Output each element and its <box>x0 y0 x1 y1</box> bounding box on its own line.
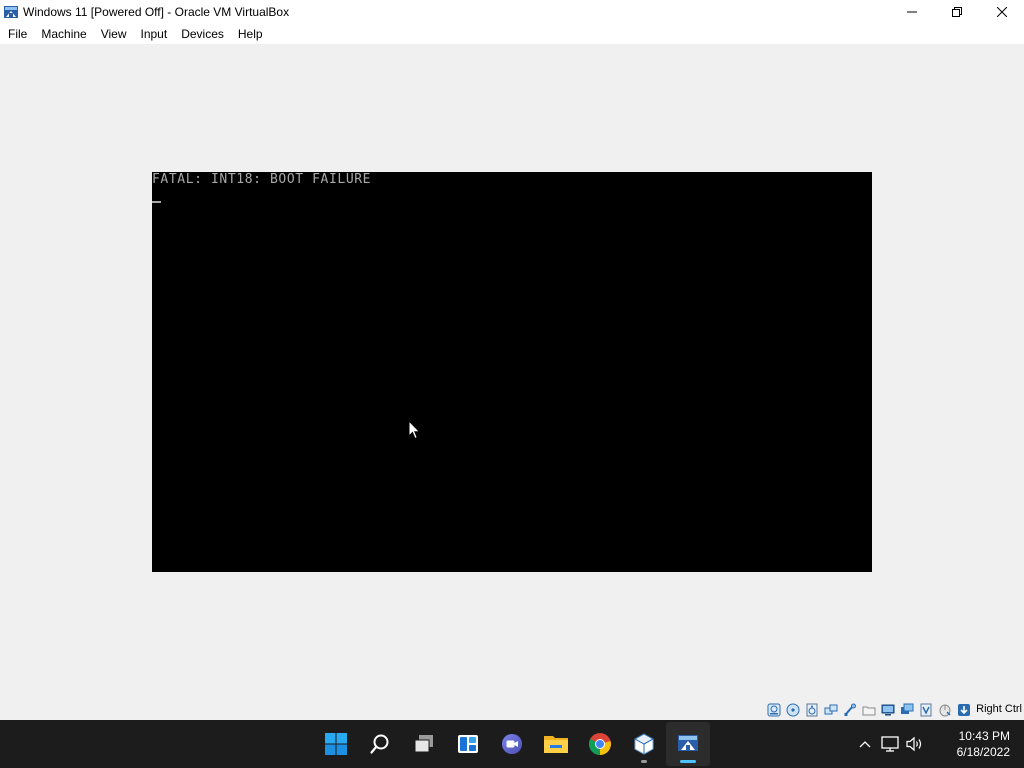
clock-date: 6/18/2022 <box>956 745 1010 759</box>
menu-view[interactable]: View <box>94 24 134 44</box>
virtualbox-vm-icon <box>678 735 698 751</box>
start-button[interactable] <box>314 722 358 766</box>
network-icon <box>881 736 899 752</box>
show-hidden-icons-button[interactable] <box>853 732 877 756</box>
keyboard-capture-icon[interactable] <box>956 702 972 718</box>
file-explorer-icon <box>544 736 568 753</box>
chrome-icon <box>588 733 611 755</box>
taskbar-clock[interactable]: 10:43 PM 6/18/2022 <box>934 728 1010 760</box>
display-icon[interactable] <box>880 702 896 718</box>
clock-time: 10:43 PM <box>958 729 1010 743</box>
host-key-label[interactable]: Right Ctrl <box>976 703 1022 715</box>
start-icon <box>325 733 347 755</box>
menu-devices[interactable]: Devices <box>174 24 231 44</box>
network-icon[interactable] <box>823 702 839 718</box>
active-window-indicator <box>680 760 696 763</box>
chat-icon <box>502 734 522 754</box>
task-view-icon <box>414 735 433 753</box>
text-cursor <box>152 201 161 203</box>
network-status-button[interactable] <box>878 732 902 756</box>
audio-icon[interactable] <box>804 702 820 718</box>
search-icon <box>370 734 389 754</box>
close-button[interactable] <box>979 0 1024 24</box>
volume-icon <box>906 736 922 752</box>
mouse-integration-icon[interactable] <box>937 702 953 718</box>
restore-button[interactable] <box>934 0 979 24</box>
minimize-button[interactable] <box>889 0 934 24</box>
usb-icon[interactable] <box>842 702 858 718</box>
task-view-button[interactable] <box>402 722 446 766</box>
virtualization-icon[interactable] <box>918 702 934 718</box>
menu-help[interactable]: Help <box>231 24 270 44</box>
vm-status-bar: Right Ctrl <box>0 700 1024 720</box>
chat-button[interactable] <box>490 722 534 766</box>
menu-machine[interactable]: Machine <box>34 24 93 44</box>
taskbar-apps <box>314 722 710 766</box>
boot-error-message: FATAL: INT18: BOOT FAILURE <box>152 172 372 187</box>
hard-disk-icon[interactable] <box>766 702 782 718</box>
vm-screen[interactable]: FATAL: INT18: BOOT FAILURE <box>152 172 872 572</box>
search-button[interactable] <box>358 722 402 766</box>
running-indicator <box>641 760 647 763</box>
vm-display-area: FATAL: INT18: BOOT FAILURE <box>0 44 1024 700</box>
widgets-button[interactable] <box>446 722 490 766</box>
minimize-icon <box>906 11 917 13</box>
system-tray: 10:43 PM 6/18/2022 <box>853 720 1024 768</box>
file-explorer-button[interactable] <box>534 722 578 766</box>
virtualbox-manager-icon <box>633 733 655 755</box>
virtualbox-manager-button[interactable] <box>622 722 666 766</box>
device-indicators <box>766 702 972 718</box>
volume-button[interactable] <box>903 732 927 756</box>
close-icon <box>996 7 1007 17</box>
shared-folders-icon[interactable] <box>861 702 877 718</box>
title-bar[interactable]: Windows 11 [Powered Off] - Oracle VM Vir… <box>0 0 1024 24</box>
chevron-up-icon <box>859 741 871 748</box>
windows-taskbar: 10:43 PM 6/18/2022 <box>0 720 1024 768</box>
recording-icon[interactable] <box>899 702 915 718</box>
widgets-icon <box>458 735 478 753</box>
menu-bar: File Machine View Input Devices Help <box>0 24 1024 44</box>
menu-input[interactable]: Input <box>134 24 175 44</box>
virtualbox-app-icon[interactable] <box>3 4 19 20</box>
optical-drive-icon[interactable] <box>785 702 801 718</box>
chrome-button[interactable] <box>578 722 622 766</box>
restore-icon <box>951 7 962 17</box>
window-controls <box>889 0 1024 24</box>
menu-file[interactable]: File <box>1 24 34 44</box>
mouse-pointer-icon <box>408 420 421 440</box>
virtualbox-vm-button[interactable] <box>666 722 710 766</box>
window-title: Windows 11 [Powered Off] - Oracle VM Vir… <box>23 5 290 19</box>
